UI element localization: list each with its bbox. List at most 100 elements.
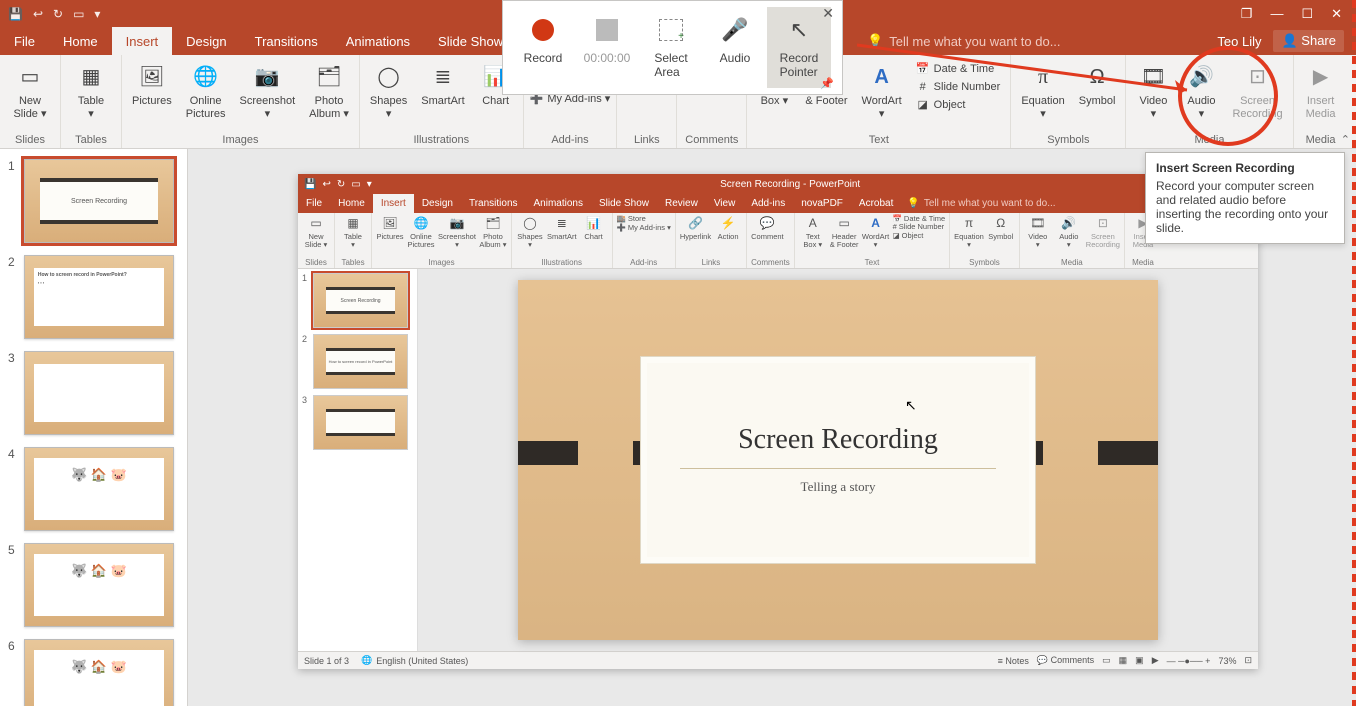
zoom-level[interactable]: 73% xyxy=(1218,656,1236,666)
embedded-slide-stage[interactable]: Screen Recording Telling a story xyxy=(418,269,1258,651)
close-toolbar-icon[interactable]: ✕ xyxy=(822,5,834,22)
wordart-button[interactable]: AWordArt ▾ xyxy=(862,215,890,258)
insert-media-button[interactable]: ▶Insert Media xyxy=(1300,59,1342,132)
embedded-tellme[interactable]: 💡Tell me what you want to do... xyxy=(907,198,1055,209)
qat-more-icon[interactable]: ▾ xyxy=(94,7,100,21)
slide-thumb-6[interactable]: 🐺 🏠 🐷 xyxy=(24,639,174,706)
tab-addins[interactable]: Add-ins xyxy=(743,194,793,213)
object-button[interactable]: ◪Object xyxy=(916,97,966,115)
tab-animations[interactable]: Animations xyxy=(332,27,424,55)
slide-title-card[interactable]: Screen Recording Telling a story xyxy=(640,356,1037,565)
screenshot-button[interactable]: 📷Screenshot ▾ xyxy=(236,59,300,132)
audio-button[interactable]: 🔊Audio ▾ xyxy=(1055,215,1083,258)
embedded-thumb-1[interactable]: Screen Recording xyxy=(313,273,408,328)
online-pictures-button[interactable]: 🌐Online Pictures xyxy=(182,59,230,132)
tab-review[interactable]: Review xyxy=(657,194,706,213)
table-button[interactable]: ▦Table ▾ xyxy=(67,59,115,132)
pictures-button[interactable]: 🖼Pictures xyxy=(376,215,404,258)
slide-thumb-2[interactable]: How to screen record in PowerPoint?▪ ▪ ▪ xyxy=(24,255,174,339)
language-indicator[interactable]: English (United States) xyxy=(376,656,468,666)
undo-icon[interactable]: ↩ xyxy=(322,179,330,190)
tab-design[interactable]: Design xyxy=(414,194,461,213)
object-button[interactable]: ◪ Object xyxy=(893,232,924,240)
tab-novapdf[interactable]: novaPDF xyxy=(793,194,851,213)
zoom-slider[interactable]: — ─●── + xyxy=(1167,656,1211,666)
slide-thumbnail-panel[interactable]: 1Screen Recording 2How to screen record … xyxy=(0,149,188,706)
tab-acrobat[interactable]: Acrobat xyxy=(851,194,901,213)
notes-button[interactable]: ≡ Notes xyxy=(998,656,1029,666)
start-from-beginning-icon[interactable]: ▭ xyxy=(73,7,84,21)
comments-button[interactable]: 💬 Comments xyxy=(1037,655,1094,666)
shapes-button[interactable]: ◯Shapes ▾ xyxy=(366,59,411,132)
embedded-thumbnail-panel[interactable]: 1Screen Recording 2How to screen record … xyxy=(298,269,418,651)
symbol-button[interactable]: ΩSymbol xyxy=(1075,59,1120,132)
redo-icon[interactable]: ↻ xyxy=(53,7,63,21)
tab-transitions[interactable]: Transitions xyxy=(241,27,332,55)
close-icon[interactable]: ✕ xyxy=(1331,6,1342,22)
embedded-thumb-2[interactable]: How to screen record in PowerPoint xyxy=(313,334,408,389)
screen-recording-button[interactable]: ⊡Screen Recording xyxy=(1228,59,1286,132)
ribbon-display-icon[interactable]: ❐ xyxy=(1241,6,1253,22)
tab-file[interactable]: File xyxy=(0,27,49,55)
equation-button[interactable]: πEquation ▾ xyxy=(1017,59,1068,132)
tab-insert[interactable]: Insert xyxy=(373,194,414,213)
slide-title[interactable]: Screen Recording xyxy=(738,424,938,456)
tab-home[interactable]: Home xyxy=(330,194,373,213)
my-addins-button[interactable]: ➕ My Add-ins ▾ xyxy=(617,224,671,232)
fit-to-window-icon[interactable]: ⊡ xyxy=(1244,655,1252,666)
undo-icon[interactable]: ↩ xyxy=(33,7,43,21)
header-footer-button[interactable]: ▭Header & Footer xyxy=(830,215,859,258)
wordart-button[interactable]: AWordArt ▾ xyxy=(858,59,906,132)
tab-file[interactable]: File xyxy=(298,194,330,213)
action-button[interactable]: ⚡Action xyxy=(714,215,742,258)
slide-subtitle[interactable]: Telling a story xyxy=(680,468,996,495)
photo-album-button[interactable]: 🗂Photo Album ▾ xyxy=(305,59,353,132)
slide-number-button[interactable]: #Slide Number xyxy=(916,79,1001,97)
share-button[interactable]: 👤 Share xyxy=(1273,30,1344,52)
screen-recording-button[interactable]: ⊡Screen Recording xyxy=(1086,215,1120,258)
collapse-ribbon-icon[interactable]: ⌃ xyxy=(1341,133,1350,146)
slide-thumb-5[interactable]: 🐺 🏠 🐷 xyxy=(24,543,174,627)
tab-slideshow[interactable]: Slide Show xyxy=(591,194,657,213)
select-area-button[interactable]: + Select Area xyxy=(639,7,703,88)
embedded-slide[interactable]: Screen Recording Telling a story xyxy=(518,280,1158,640)
textbox-button[interactable]: AText Box ▾ xyxy=(799,215,827,258)
tab-view[interactable]: View xyxy=(706,194,744,213)
pin-toolbar-icon[interactable]: 📌 xyxy=(820,77,834,90)
store-button[interactable]: 🏬 Store xyxy=(617,215,671,223)
save-icon[interactable]: 💾 xyxy=(304,179,316,190)
comment-button[interactable]: 💬Comment xyxy=(751,215,784,258)
user-name[interactable]: Teo Lily xyxy=(1217,34,1261,49)
view-reading-icon[interactable]: ▣ xyxy=(1135,655,1144,666)
audio-toggle-button[interactable]: 🎤 Audio xyxy=(703,7,767,88)
shapes-button[interactable]: ◯Shapes ▾ xyxy=(516,215,544,258)
view-sorter-icon[interactable]: ▦ xyxy=(1119,655,1128,666)
hyperlink-button[interactable]: 🔗Hyperlink xyxy=(680,215,711,258)
embedded-thumb-3[interactable] xyxy=(313,395,408,450)
tab-transitions[interactable]: Transitions xyxy=(461,194,526,213)
smartart-button[interactable]: ≣SmartArt xyxy=(417,59,468,132)
tab-animations[interactable]: Animations xyxy=(526,194,591,213)
table-button[interactable]: ▦Table ▾ xyxy=(339,215,367,258)
view-slideshow-icon[interactable]: ▶ xyxy=(1152,655,1159,666)
tab-insert[interactable]: Insert xyxy=(112,27,173,55)
new-slide-button[interactable]: ▭New Slide ▾ xyxy=(6,59,54,132)
screenshot-button[interactable]: 📷Screenshot ▾ xyxy=(438,215,476,258)
equation-button[interactable]: πEquation ▾ xyxy=(954,215,984,258)
tab-design[interactable]: Design xyxy=(172,27,240,55)
video-button[interactable]: 🎞Video ▾ xyxy=(1024,215,1052,258)
view-normal-icon[interactable]: ▭ xyxy=(1102,655,1111,666)
save-icon[interactable]: 💾 xyxy=(8,7,23,21)
tellme-search[interactable]: 💡 Tell me what you want to do... xyxy=(867,33,1060,49)
record-button[interactable]: Record xyxy=(511,7,575,88)
date-time-button[interactable]: 📅Date & Time xyxy=(916,61,995,79)
photo-album-button[interactable]: 🗂Photo Album ▾ xyxy=(479,215,507,258)
symbol-button[interactable]: ΩSymbol xyxy=(987,215,1015,258)
slide-thumb-4[interactable]: 🐺 🏠 🐷 xyxy=(24,447,174,531)
pictures-button[interactable]: 🖼Pictures xyxy=(128,59,176,132)
slide-thumb-1[interactable]: Screen Recording xyxy=(24,159,174,243)
video-button[interactable]: 🎞Video ▾ xyxy=(1132,59,1174,132)
smartart-button[interactable]: ≣SmartArt xyxy=(547,215,577,258)
audio-button[interactable]: 🔊Audio ▾ xyxy=(1180,59,1222,132)
chart-button[interactable]: 📊Chart xyxy=(580,215,608,258)
